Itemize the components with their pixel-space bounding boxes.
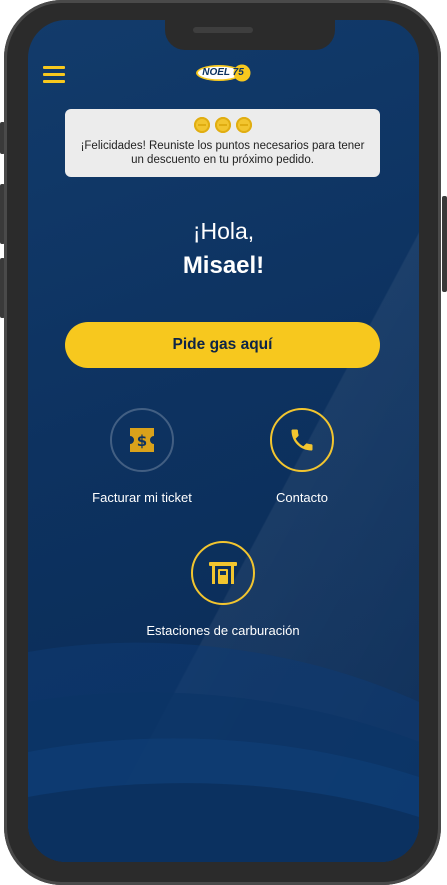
points-notice-message: ¡Felicidades! Reuniste los puntos necesa… — [80, 140, 365, 166]
invoice-circle: $ — [110, 408, 174, 472]
svg-text:$: $ — [137, 432, 147, 450]
phone-icon — [291, 429, 313, 451]
contact-button[interactable]: Contacto — [222, 408, 382, 505]
coin-row — [65, 117, 380, 133]
points-coin-icon — [235, 117, 252, 133]
phone-notch — [165, 20, 335, 50]
points-coin-icon — [193, 117, 210, 133]
stations-button[interactable]: Estaciones de carburación — [123, 541, 323, 638]
phone-mockup: NOEL 75 ¡Felicidades! Reuniste los punto… — [0, 0, 447, 885]
wave-background — [28, 642, 419, 862]
gas-station-icon — [209, 562, 237, 584]
invoice-ticket-button[interactable]: $ Facturar mi ticket — [62, 408, 222, 505]
contact-label: Contacto — [275, 490, 329, 505]
contact-circle — [270, 408, 334, 472]
power-button — [442, 196, 447, 292]
stations-label: Estaciones de carburación — [146, 623, 300, 638]
order-gas-button[interactable]: Pide gas aquí — [65, 322, 380, 368]
app-screen: NOEL 75 ¡Felicidades! Reuniste los punto… — [28, 20, 419, 862]
greeting-text: ¡Hola, — [192, 218, 255, 244]
invoice-ticket-label: Facturar mi ticket — [92, 490, 192, 505]
noel-logo: NOEL 75 — [195, 63, 251, 83]
user-name: Misael! — [182, 252, 265, 279]
stations-circle — [191, 541, 255, 605]
phone-speaker — [193, 27, 253, 33]
points-notice-card: ¡Felicidades! Reuniste los puntos necesa… — [65, 109, 380, 177]
logo-mark-icon — [196, 64, 251, 82]
points-coin-icon — [214, 117, 231, 133]
ticket-dollar-icon: $ — [130, 428, 154, 452]
hamburger-menu-icon[interactable] — [43, 66, 65, 84]
